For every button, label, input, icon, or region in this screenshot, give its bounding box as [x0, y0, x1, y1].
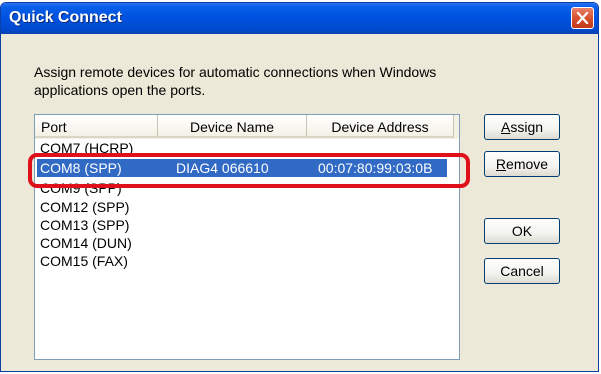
- remove-button[interactable]: Remove: [484, 151, 560, 177]
- assign-accelerator: A: [500, 119, 511, 135]
- port-cell: COM14 (DUN): [40, 235, 132, 251]
- column-header-device-address[interactable]: Device Address: [307, 115, 454, 138]
- list-item[interactable]: COM12 (SPP): [37, 198, 447, 216]
- close-icon: [576, 12, 589, 24]
- close-button[interactable]: [571, 7, 594, 29]
- annotation-highlight-ring: [28, 153, 470, 188]
- quick-connect-dialog: Quick Connect Assign remote devices for …: [0, 2, 599, 372]
- assign-button[interactable]: Assign: [484, 114, 560, 140]
- description-text: Assign remote devices for automatic conn…: [34, 64, 437, 98]
- list-item[interactable]: COM13 (SPP): [37, 216, 447, 234]
- ok-button[interactable]: OK: [484, 218, 560, 244]
- remove-accelerator: R: [495, 156, 507, 172]
- list-header: Port Device Name Device Address: [35, 115, 459, 139]
- port-cell: COM12 (SPP): [40, 199, 130, 215]
- port-list-view[interactable]: Port Device Name Device Address COM7 (HC…: [34, 114, 460, 360]
- column-header-port[interactable]: Port: [35, 115, 158, 138]
- list-item[interactable]: COM15 (FAX): [37, 252, 447, 270]
- window-title: Quick Connect: [9, 9, 122, 26]
- port-cell: COM15 (FAX): [40, 253, 128, 269]
- title-bar[interactable]: Quick Connect: [1, 3, 598, 34]
- assign-label: ssign: [510, 119, 544, 135]
- column-header-device-name[interactable]: Device Name: [158, 115, 307, 138]
- remove-label: emove: [506, 156, 549, 172]
- cancel-button[interactable]: Cancel: [484, 258, 560, 284]
- port-cell: COM13 (SPP): [40, 217, 130, 233]
- list-item[interactable]: COM14 (DUN): [37, 234, 447, 252]
